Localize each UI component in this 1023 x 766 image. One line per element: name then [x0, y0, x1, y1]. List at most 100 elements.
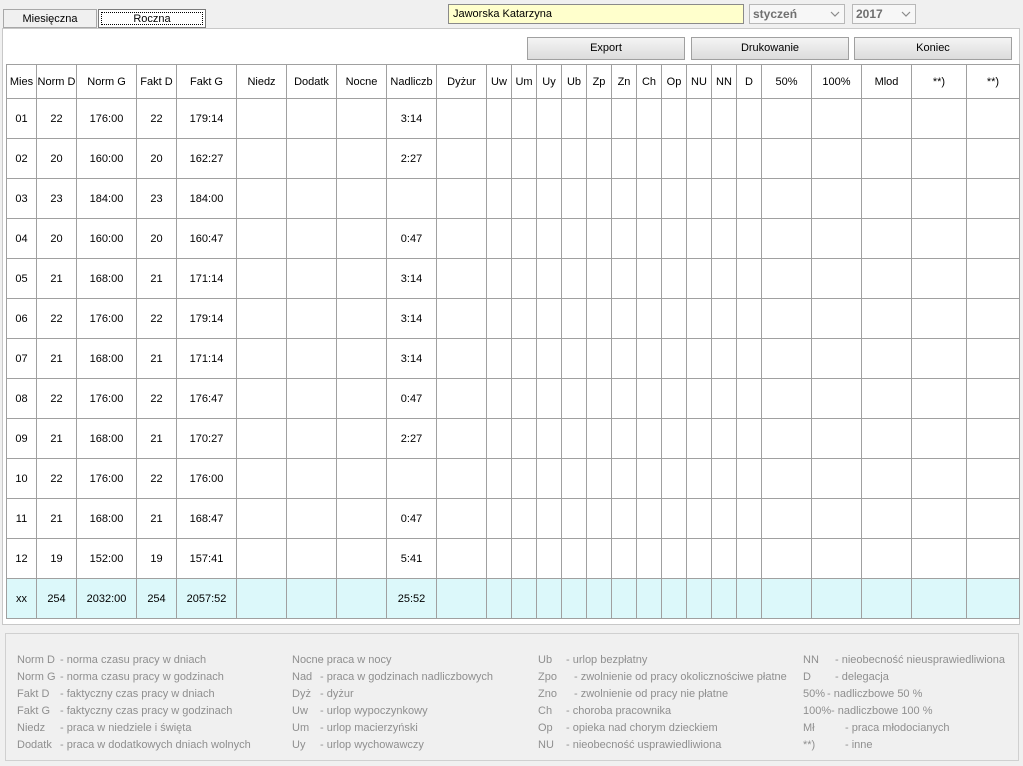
- table-cell[interactable]: [236, 418, 287, 459]
- table-cell[interactable]: [436, 98, 487, 139]
- table-cell[interactable]: 22: [36, 298, 77, 339]
- table-cell[interactable]: [861, 98, 912, 139]
- table-cell[interactable]: 0:47: [386, 218, 437, 259]
- tab-monthly[interactable]: Miesięczna: [3, 9, 97, 28]
- table-cell[interactable]: [711, 138, 737, 179]
- table-cell[interactable]: [711, 378, 737, 419]
- table-cell[interactable]: [286, 258, 337, 299]
- table-cell[interactable]: [436, 378, 487, 419]
- table-cell[interactable]: [686, 458, 712, 499]
- table-cell[interactable]: 23: [36, 178, 77, 219]
- table-cell[interactable]: [336, 498, 387, 539]
- table-cell[interactable]: [811, 138, 862, 179]
- table-cell[interactable]: [966, 538, 1020, 579]
- table-cell[interactable]: [811, 338, 862, 379]
- table-cell[interactable]: [511, 298, 537, 339]
- table-cell[interactable]: [686, 258, 712, 299]
- table-cell[interactable]: [611, 298, 637, 339]
- table-cell[interactable]: [436, 298, 487, 339]
- table-cell[interactable]: [511, 538, 537, 579]
- table-cell[interactable]: [686, 578, 712, 619]
- table-cell[interactable]: [286, 218, 337, 259]
- table-cell[interactable]: 03: [6, 178, 37, 219]
- table-cell[interactable]: [236, 338, 287, 379]
- table-cell[interactable]: [861, 178, 912, 219]
- table-cell[interactable]: 2:27: [386, 138, 437, 179]
- table-cell[interactable]: [861, 338, 912, 379]
- table-cell[interactable]: [661, 378, 687, 419]
- table-cell[interactable]: [966, 218, 1020, 259]
- table-cell[interactable]: 07: [6, 338, 37, 379]
- table-cell[interactable]: [911, 418, 967, 459]
- table-cell[interactable]: [611, 98, 637, 139]
- table-cell[interactable]: 168:00: [76, 338, 137, 379]
- table-cell[interactable]: 21: [36, 418, 77, 459]
- table-cell[interactable]: [336, 138, 387, 179]
- table-cell[interactable]: [236, 458, 287, 499]
- table-cell[interactable]: [686, 218, 712, 259]
- table-cell[interactable]: [761, 498, 812, 539]
- table-cell[interactable]: [736, 218, 762, 259]
- table-cell[interactable]: [586, 258, 612, 299]
- table-cell[interactable]: [661, 138, 687, 179]
- tab-yearly[interactable]: Roczna: [98, 9, 206, 28]
- table-cell[interactable]: [286, 418, 337, 459]
- table-cell[interactable]: [861, 218, 912, 259]
- table-cell[interactable]: 5:41: [386, 538, 437, 579]
- table-cell[interactable]: [336, 578, 387, 619]
- table-cell[interactable]: [436, 578, 487, 619]
- table-cell[interactable]: [736, 138, 762, 179]
- table-cell[interactable]: 19: [36, 538, 77, 579]
- table-cell[interactable]: 168:00: [76, 498, 137, 539]
- table-cell[interactable]: [561, 378, 587, 419]
- table-cell[interactable]: [536, 258, 562, 299]
- table-cell[interactable]: [761, 218, 812, 259]
- table-cell[interactable]: 176:00: [76, 378, 137, 419]
- table-cell[interactable]: 22: [36, 98, 77, 139]
- table-cell[interactable]: [661, 298, 687, 339]
- table-cell[interactable]: 09: [6, 418, 37, 459]
- table-cell[interactable]: 2032:00: [76, 578, 137, 619]
- table-cell[interactable]: [486, 338, 512, 379]
- table-cell[interactable]: [966, 498, 1020, 539]
- table-cell[interactable]: [611, 378, 637, 419]
- table-cell[interactable]: 22: [136, 98, 177, 139]
- table-cell[interactable]: [966, 378, 1020, 419]
- table-cell[interactable]: [861, 138, 912, 179]
- table-cell[interactable]: [711, 298, 737, 339]
- table-cell[interactable]: [911, 498, 967, 539]
- table-cell[interactable]: [636, 138, 662, 179]
- table-cell[interactable]: [711, 178, 737, 219]
- table-cell[interactable]: [486, 458, 512, 499]
- table-cell[interactable]: [486, 258, 512, 299]
- table-cell[interactable]: [336, 338, 387, 379]
- table-cell[interactable]: [286, 458, 337, 499]
- table-cell[interactable]: [736, 98, 762, 139]
- table-cell[interactable]: [811, 578, 862, 619]
- export-button[interactable]: Export: [527, 37, 685, 60]
- table-cell[interactable]: [636, 98, 662, 139]
- table-cell[interactable]: [911, 178, 967, 219]
- table-cell[interactable]: [336, 218, 387, 259]
- table-cell[interactable]: [911, 218, 967, 259]
- table-cell[interactable]: 170:27: [176, 418, 237, 459]
- table-cell[interactable]: 21: [36, 498, 77, 539]
- table-cell[interactable]: [336, 298, 387, 339]
- table-cell[interactable]: [736, 498, 762, 539]
- table-cell[interactable]: [736, 298, 762, 339]
- table-cell[interactable]: [661, 538, 687, 579]
- table-cell[interactable]: [611, 258, 637, 299]
- table-cell[interactable]: [711, 338, 737, 379]
- table-cell[interactable]: [586, 138, 612, 179]
- table-cell[interactable]: [966, 578, 1020, 619]
- table-cell[interactable]: [436, 338, 487, 379]
- table-cell[interactable]: 23: [136, 178, 177, 219]
- table-cell[interactable]: [911, 298, 967, 339]
- table-cell[interactable]: [286, 498, 337, 539]
- table-cell[interactable]: 160:00: [76, 218, 137, 259]
- table-cell[interactable]: 176:47: [176, 378, 237, 419]
- table-cell[interactable]: [861, 458, 912, 499]
- table-cell[interactable]: [511, 458, 537, 499]
- table-cell[interactable]: [436, 258, 487, 299]
- table-cell[interactable]: [436, 498, 487, 539]
